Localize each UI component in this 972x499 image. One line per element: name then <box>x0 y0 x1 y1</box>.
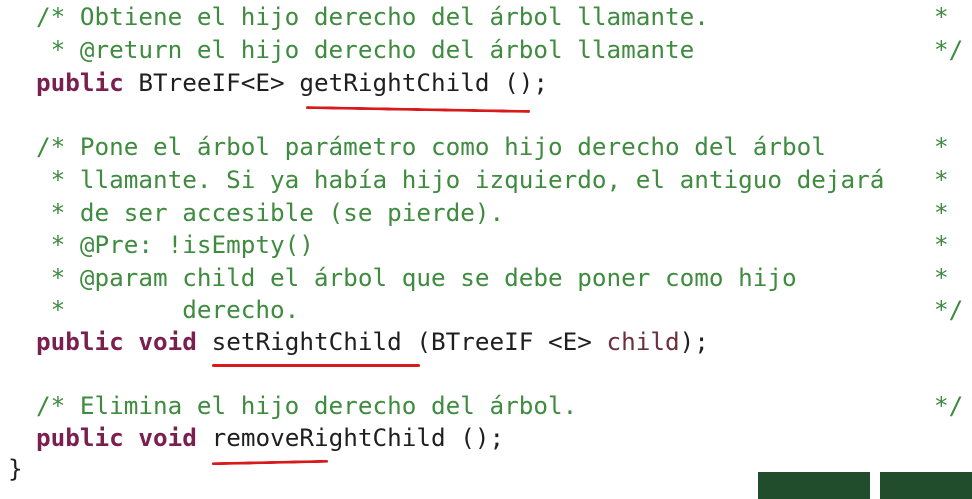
comment-line-8-end: * <box>934 263 949 292</box>
comment-line-5: * llamante. Si ya había hijo izquierdo, … <box>36 165 885 194</box>
nav-button-right[interactable] <box>880 472 972 499</box>
nav-button-left[interactable] <box>758 472 870 499</box>
code-editor: /* Obtiene el hijo derecho del árbol lla… <box>0 0 972 499</box>
param-child: child <box>606 327 680 356</box>
comment-line-5-end: * <box>934 165 949 194</box>
comment-line-6-end: * <box>934 198 949 227</box>
method-args: (); <box>445 423 505 452</box>
return-type: BTreeIF<E> <box>123 68 300 97</box>
method-name-getrightchild: getRightChild <box>299 68 490 97</box>
comment-line-11-end: */ <box>934 391 964 420</box>
method-name-setrightchild: setRightChild <box>211 327 402 356</box>
comment-line-6: * de ser accesible (se pierde). <box>36 198 505 227</box>
red-underline-setrightchild <box>212 364 420 367</box>
comment-line-2: * @return el hijo derecho del árbol llam… <box>36 35 695 64</box>
comment-line-7-end: * <box>934 230 949 259</box>
comment-line-1-end: * <box>934 2 949 31</box>
method-name-removerightchild: removeRightChild <box>211 423 446 452</box>
comment-line-1: /* Obtiene el hijo derecho del árbol lla… <box>36 2 709 31</box>
comment-line-9: * derecho. <box>36 295 300 324</box>
keyword-public-void: public void <box>36 327 197 356</box>
method-args-end: ); <box>679 327 709 356</box>
comment-line-9-end: */ <box>934 295 964 324</box>
method-get-right-child: public BTreeIF<E> getRightChild (); <box>36 67 548 99</box>
comment-line-2-end: */ <box>934 35 964 64</box>
comment-line-7: * @Pre: !isEmpty() <box>36 230 314 259</box>
method-remove-right-child: public void removeRightChild (); <box>36 422 504 454</box>
closing-brace: } <box>8 454 23 483</box>
comment-line-8: * @param child el árbol que se debe pone… <box>36 263 797 292</box>
method-args-start: (BTreeIF <E> <box>401 327 607 356</box>
comment-line-4: /* Pone el árbol parámetro como hijo der… <box>36 132 826 161</box>
keyword-public: public <box>36 68 124 97</box>
comment-line-11: /* Elimina el hijo derecho del árbol. <box>36 391 578 420</box>
comment-line-4-end: * <box>934 132 949 161</box>
red-underline-removerightchild <box>211 459 329 466</box>
keyword-public-void: public void <box>36 423 197 452</box>
red-underline-getrightchild <box>305 106 531 113</box>
method-args: (); <box>489 68 549 97</box>
method-set-right-child: public void setRightChild (BTreeIF <E> c… <box>36 326 709 358</box>
